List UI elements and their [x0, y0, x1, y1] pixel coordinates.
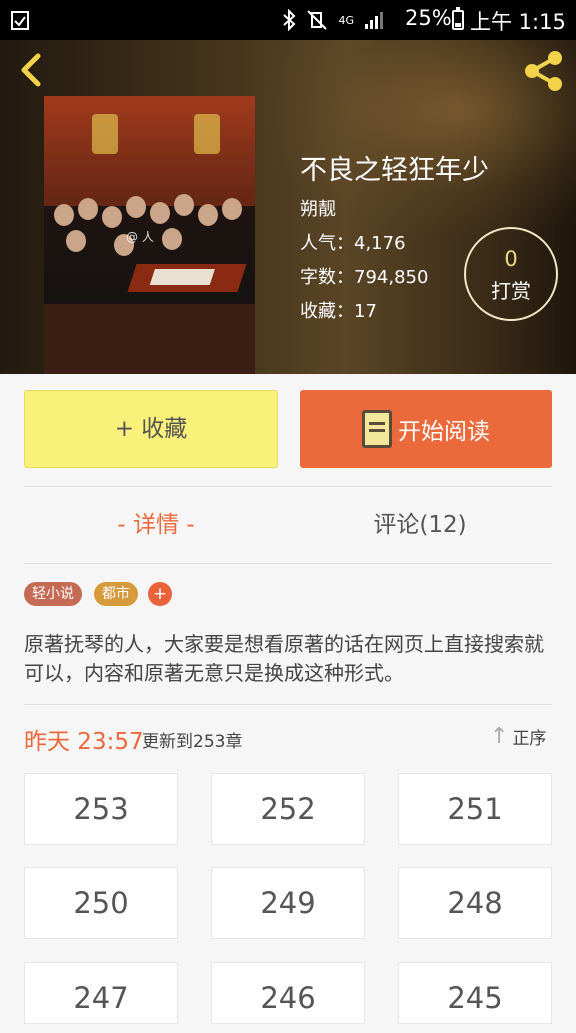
- back-button[interactable]: [16, 50, 46, 90]
- bluetooth-icon: [283, 9, 296, 31]
- chapter-button[interactable]: 248: [398, 867, 552, 939]
- book-title: 不良之轻狂年少: [300, 155, 489, 186]
- vibrate-mute-icon: [307, 10, 328, 30]
- chapter-button[interactable]: 251: [398, 773, 552, 845]
- status-icons: 4G: [282, 8, 386, 32]
- tag-urban[interactable]: 都市: [94, 582, 138, 606]
- chapter-button[interactable]: 250: [24, 867, 178, 939]
- sort-arrow-icon: ↑: [490, 723, 509, 749]
- tip-count: 0: [504, 247, 518, 271]
- chapter-button[interactable]: 253: [24, 773, 178, 845]
- network-type-text: 4G: [338, 13, 354, 27]
- chapter-button[interactable]: 246: [211, 962, 365, 1024]
- tag-light-novel[interactable]: 轻小说: [24, 582, 82, 606]
- divider: [24, 704, 552, 705]
- start-reading-button[interactable]: 开始阅读: [300, 390, 552, 468]
- add-tag-button[interactable]: +: [148, 582, 172, 606]
- start-reading-label: 开始阅读: [398, 419, 490, 445]
- chapter-button[interactable]: 252: [211, 773, 365, 845]
- book-icon: [362, 410, 392, 448]
- sort-order-button[interactable]: ↑ 正序: [490, 724, 546, 749]
- tip-button[interactable]: 0 打赏: [464, 227, 558, 321]
- battery-icon: [452, 7, 464, 30]
- book-cover[interactable]: @ 人: [44, 96, 255, 374]
- clock: 上午 1:15: [470, 10, 566, 34]
- share-button[interactable]: [520, 48, 566, 94]
- update-text: 更新到253章: [142, 732, 243, 752]
- update-time: 昨天 23:57: [24, 729, 144, 755]
- tab-comments[interactable]: 评论(12): [288, 487, 552, 563]
- divider: [24, 563, 552, 564]
- sort-order-label: 正序: [512, 729, 547, 749]
- chapter-button[interactable]: 247: [24, 962, 178, 1024]
- battery-percent: 25%: [405, 6, 452, 30]
- signal-icon: [365, 12, 383, 29]
- add-to-favorites-button[interactable]: + 收藏: [24, 390, 278, 468]
- book-description: 原著抚琴的人，大家要是想看原著的话在网页上直接搜索就可以，内容和原著无意只是换成…: [24, 632, 544, 685]
- popularity-stat: 人气：4,176: [300, 233, 406, 254]
- chapter-button[interactable]: 249: [211, 867, 365, 939]
- tab-details[interactable]: - 详情 -: [24, 487, 288, 563]
- notification-check-icon: [11, 11, 29, 30]
- status-bar: 4G 25% 上午 1:15: [0, 0, 576, 40]
- chapter-button[interactable]: 245: [398, 962, 552, 1024]
- cover-watermark: @ 人: [126, 230, 154, 244]
- tip-label: 打赏: [491, 279, 531, 303]
- favorites-stat: 收藏：17: [300, 301, 377, 322]
- word-count-stat: 字数：794,850: [300, 267, 429, 288]
- author-name[interactable]: 朔靓: [300, 195, 336, 221]
